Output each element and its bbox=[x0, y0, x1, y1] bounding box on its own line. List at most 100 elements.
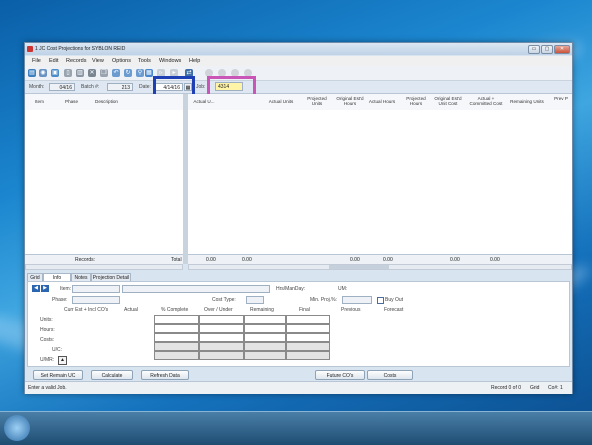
menu-edit[interactable]: Edit bbox=[49, 58, 58, 64]
menu-view[interactable]: View bbox=[92, 58, 104, 64]
menu-bar: File Edit Records View Options Tools Win… bbox=[25, 56, 572, 66]
document-icon[interactable]: ▯ bbox=[64, 69, 72, 77]
calculate-button[interactable]: Calculate bbox=[91, 370, 133, 380]
prev-arrow-icon[interactable]: ◀ bbox=[32, 285, 40, 292]
col-item[interactable]: Item bbox=[35, 99, 44, 104]
umr-label: U/MR: bbox=[40, 357, 55, 363]
next-arrow-icon[interactable]: ▶ bbox=[41, 285, 49, 292]
grid-cell bbox=[199, 351, 244, 360]
col-actual-hours[interactable]: Actual Hours bbox=[366, 99, 398, 104]
menu-tools[interactable]: Tools bbox=[138, 58, 151, 64]
grid-cell[interactable] bbox=[154, 333, 199, 342]
undo-icon[interactable]: ↶ bbox=[112, 69, 120, 77]
um-label: UM: bbox=[338, 286, 348, 292]
col-projected-hours[interactable]: Projected Hours bbox=[400, 96, 432, 106]
set-remain-uc-button[interactable]: Set Remain UC bbox=[33, 370, 83, 380]
grid-cell[interactable] bbox=[154, 324, 199, 333]
job-label: Job: bbox=[196, 84, 206, 90]
total-value: 0.00 bbox=[383, 257, 393, 263]
col-curr-est: Curr Est + Incl CO's bbox=[64, 307, 109, 313]
item-field[interactable] bbox=[72, 285, 120, 293]
phase-field[interactable] bbox=[72, 296, 120, 304]
hours-label: Hours: bbox=[40, 327, 55, 333]
item-description-field bbox=[122, 285, 270, 293]
month-field[interactable]: 04/16 bbox=[49, 83, 75, 91]
left-grid-body[interactable] bbox=[25, 110, 183, 254]
app-icon bbox=[27, 46, 33, 52]
total-value: 0.00 bbox=[242, 257, 252, 263]
col-orig-unit-cost[interactable]: Original Est'd Unit Cost bbox=[431, 96, 465, 106]
refresh-data-button[interactable]: Refresh Data bbox=[141, 370, 189, 380]
grid-cell bbox=[286, 342, 330, 351]
min-proj-label: Min. Proj.%: bbox=[310, 297, 337, 303]
col-pct-complete: % Complete bbox=[161, 307, 189, 313]
find-icon[interactable]: ◉ bbox=[39, 69, 47, 77]
menu-options[interactable]: Options bbox=[112, 58, 131, 64]
future-cos-button[interactable]: Future CO's bbox=[315, 370, 365, 380]
cost-type-label: Cost Type: bbox=[212, 297, 236, 303]
delete-icon[interactable]: ✕ bbox=[88, 69, 96, 77]
menu-help[interactable]: Help bbox=[189, 58, 200, 64]
cost-type-field[interactable] bbox=[246, 296, 264, 304]
grid-cell[interactable] bbox=[154, 315, 199, 324]
col-remaining-units[interactable]: Remaining Units bbox=[508, 99, 546, 104]
refresh-icon[interactable]: ↻ bbox=[124, 69, 132, 77]
maximize-button[interactable]: ▢ bbox=[541, 45, 553, 54]
grid-cell bbox=[244, 342, 286, 351]
print-icon[interactable]: ▥ bbox=[76, 69, 84, 77]
umr-toggle-icon[interactable]: ▲ bbox=[58, 356, 67, 365]
grid-cell[interactable] bbox=[286, 324, 330, 333]
col-forecast: Forecast bbox=[384, 307, 404, 313]
grid-cell[interactable] bbox=[199, 315, 244, 324]
new-icon[interactable]: ▤ bbox=[28, 69, 36, 77]
right-grid-body[interactable] bbox=[188, 110, 572, 254]
col-prev-p[interactable]: Prev P bbox=[550, 96, 572, 101]
col-final: Final bbox=[299, 307, 310, 313]
col-phase[interactable]: Phase bbox=[65, 99, 78, 104]
min-proj-field[interactable] bbox=[342, 296, 372, 304]
batch-field[interactable]: 213 bbox=[107, 83, 133, 91]
menu-windows[interactable]: Windows bbox=[159, 58, 181, 64]
menu-records[interactable]: Records bbox=[66, 58, 86, 64]
grid-cell[interactable] bbox=[244, 315, 286, 324]
left-scrollbar[interactable] bbox=[25, 264, 183, 270]
menu-file[interactable]: File bbox=[32, 58, 41, 64]
grid-cell[interactable] bbox=[244, 333, 286, 342]
grid-cell bbox=[154, 342, 199, 351]
batch-label: Batch #: bbox=[81, 84, 100, 90]
attach-icon[interactable]: ▦ bbox=[145, 69, 153, 77]
phase-label: Phase: bbox=[52, 297, 68, 303]
col-projected-units[interactable]: Projected Units bbox=[302, 96, 332, 106]
record-count: Record 0 of 0 bbox=[491, 385, 522, 391]
col-description[interactable]: Description bbox=[95, 99, 118, 104]
taskbar bbox=[0, 411, 592, 445]
total-value: 0.00 bbox=[350, 257, 360, 263]
close-button[interactable]: ✕ bbox=[554, 45, 570, 54]
grid-cell[interactable] bbox=[286, 333, 330, 342]
col-orig-est-hours[interactable]: Original Est'd Hours bbox=[332, 96, 368, 106]
col-actual-u[interactable]: Actual U... bbox=[190, 99, 218, 104]
buy-out-checkbox[interactable] bbox=[377, 297, 384, 304]
search-icon[interactable]: ⚲ bbox=[136, 69, 144, 77]
costs-button[interactable]: Costs bbox=[367, 370, 413, 380]
right-footer: 0.00 0.00 0.00 0.00 0.00 0.00 bbox=[188, 254, 572, 264]
start-button[interactable] bbox=[4, 415, 30, 441]
col-over-under: Over / Under bbox=[204, 307, 233, 313]
minimize-button[interactable]: ▭ bbox=[528, 45, 540, 54]
grid-cell bbox=[286, 351, 330, 360]
right-scrollbar[interactable] bbox=[188, 264, 572, 270]
left-grid-header: Item Phase Description bbox=[25, 94, 183, 111]
grid-cell[interactable] bbox=[199, 333, 244, 342]
copy-icon[interactable]: ❐ bbox=[100, 69, 108, 77]
grid-cell[interactable] bbox=[199, 324, 244, 333]
col-actual-committed[interactable]: Actual + Committed Cost bbox=[466, 96, 506, 106]
save-icon[interactable]: ▣ bbox=[51, 69, 59, 77]
grid-cell[interactable] bbox=[286, 315, 330, 324]
info-panel: ◀ ▶ Item: Hrs/ManDay: UM: Phase: Cost Ty… bbox=[27, 281, 570, 367]
scroll-thumb[interactable] bbox=[329, 265, 389, 269]
col-actual-units[interactable]: Actual Units bbox=[266, 99, 296, 104]
grid-cell bbox=[154, 351, 199, 360]
total-label: Total bbox=[171, 257, 182, 263]
grid-cell[interactable] bbox=[244, 324, 286, 333]
app-window: 1 JC Cost Projections for SYBLON REID ▭ … bbox=[24, 42, 573, 394]
